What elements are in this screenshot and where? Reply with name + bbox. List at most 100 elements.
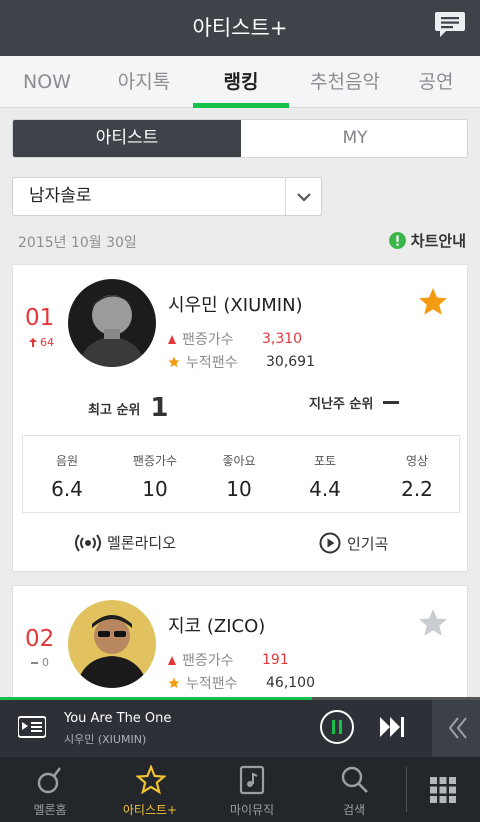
artist-name[interactable]: 지코 (ZICO) (168, 612, 265, 638)
melon-radio-label: 멜론라디오 (107, 534, 177, 552)
metric-label: 영상 (405, 454, 429, 468)
artist-name[interactable]: 시우민 (XIUMIN) (168, 291, 303, 317)
artist-rank-card[interactable]: 02 0 지코 (ZICO) 팬증가수 191 누적팬수 46,100 (12, 585, 468, 715)
fans-increase-label: 팬증가수 (182, 653, 234, 669)
nav-label: 멜론홈 (33, 803, 67, 817)
metric-value: 10 (226, 477, 252, 501)
my-music-icon (239, 765, 265, 795)
nav-melon-home[interactable]: 멜론홈 (0, 757, 100, 822)
total-fans-label: 누적팬수 (186, 355, 238, 371)
best-rank-value: 1 (150, 393, 169, 423)
category-select[interactable]: 남자솔로 (12, 177, 322, 216)
pause-icon (332, 720, 342, 734)
segment-artist[interactable]: 아티스트 (13, 120, 241, 157)
rank-number: 01 (25, 305, 55, 331)
no-change-icon (31, 661, 38, 664)
play-circle-icon (319, 532, 341, 554)
segment-my[interactable]: MY (241, 120, 467, 157)
metric-value: 4.4 (309, 477, 341, 501)
bottom-navigation: 멜론홈 아티스트+ 마이뮤직 검색 (0, 757, 480, 822)
playlist-icon[interactable] (18, 715, 46, 739)
best-rank: 최고 순위 1 (88, 393, 168, 423)
artist-avatar[interactable] (68, 600, 156, 688)
melon-radio-button[interactable]: 멜론라디오 (75, 532, 176, 553)
active-tab-indicator (193, 103, 289, 108)
category-select-value: 남자솔로 (29, 186, 92, 206)
arrow-up-icon (168, 334, 176, 344)
now-playing-artist: 시우민 (XIUMIN) (64, 733, 147, 746)
rank-change: 0 (31, 656, 49, 669)
radio-icon (75, 533, 101, 552)
tab-recommended-music[interactable]: 추천음악 (289, 56, 401, 108)
nav-label: 아티스트+ (122, 803, 178, 817)
fans-increase-label: 팬증가수 (182, 332, 234, 348)
mini-player[interactable]: You Are The One 시우민 (XIUMIN) (0, 697, 480, 757)
popular-songs-button[interactable]: 인기곡 (319, 532, 388, 554)
next-track-icon[interactable] (378, 715, 406, 739)
ranking-type-toggle: 아티스트 MY (12, 119, 468, 158)
top-bar: 아티스트+ (0, 0, 480, 56)
chart-guide-link[interactable]: 차트안내 (388, 230, 466, 251)
favorite-star-icon[interactable] (418, 287, 448, 317)
page-title: 아티스트+ (192, 16, 288, 40)
arrow-up-icon (168, 655, 176, 665)
nav-more-menu[interactable] (400, 757, 480, 822)
metric-item: 팬증가수 10 (111, 436, 199, 501)
tab-bar: NOW 아지톡 랭킹 추천음악 공연 (0, 56, 480, 108)
message-icon[interactable] (434, 10, 466, 40)
favorite-star-icon[interactable] (418, 608, 448, 638)
star-icon (136, 765, 166, 795)
search-icon (341, 766, 368, 793)
pause-button[interactable] (320, 710, 354, 744)
nav-my-music[interactable]: 마이뮤직 (202, 757, 302, 822)
artist-rank-card[interactable]: 01 64 시우민 (XIUMIN) 팬증가수 3,310 누적팬수 30,69… (12, 264, 468, 572)
fans-increase-value: 3,310 (262, 331, 303, 347)
no-rank-dash-icon (383, 401, 400, 404)
nav-artist-plus[interactable]: 아티스트+ (100, 757, 200, 822)
total-fans-value: 30,691 (266, 354, 315, 370)
total-fans-label: 누적팬수 (186, 676, 238, 692)
rank-number: 02 (25, 626, 55, 652)
now-playing-title: You Are The One (64, 711, 172, 726)
tab-ranking[interactable]: 랭킹 (193, 56, 289, 108)
chart-guide-label: 차트안내 (410, 232, 466, 250)
tab-now[interactable]: NOW (0, 56, 94, 108)
metric-item: 영상 2.2 (373, 436, 461, 501)
tab-concerts[interactable]: 공연 (392, 56, 480, 108)
metric-item: 포토 4.4 (281, 436, 369, 501)
metric-label: 팬증가수 (132, 454, 178, 468)
metric-label: 좋아요 (222, 454, 256, 468)
metric-value: 6.4 (51, 477, 83, 501)
artist-avatar[interactable] (68, 279, 156, 367)
melon-home-icon (37, 767, 61, 794)
nav-search[interactable]: 검색 (304, 757, 404, 822)
info-icon (388, 232, 406, 249)
total-fans-value: 46,100 (266, 675, 315, 691)
arrow-up-icon (29, 338, 37, 347)
tab-ajitalk[interactable]: 아지톡 (94, 56, 194, 108)
last-week-rank: 지난주 순위 (309, 393, 400, 412)
star-icon (168, 677, 180, 689)
metric-item: 좋아요 10 (195, 436, 283, 501)
metric-value: 10 (142, 477, 168, 501)
best-rank-label: 최고 순위 (88, 402, 141, 418)
fans-increase-row: 팬증가수 191 (168, 650, 289, 670)
total-fans-row: 누적팬수 46,100 (168, 673, 315, 693)
metric-value: 2.2 (401, 477, 433, 501)
score-metrics: 음원 6.4 팬증가수 10 좋아요 10 포토 4.4 영상 2.2 (22, 435, 460, 513)
grid-menu-icon (430, 777, 456, 803)
chart-date: 2015년 10월 30일 (18, 235, 137, 251)
rank-change: 64 (29, 336, 54, 349)
metric-label: 포토 (313, 454, 337, 468)
total-fans-row: 누적팬수 30,691 (168, 352, 315, 372)
popular-songs-label: 인기곡 (347, 534, 389, 553)
star-icon (168, 356, 180, 368)
fans-increase-value: 191 (262, 652, 289, 668)
nav-label: 검색 (342, 803, 366, 817)
double-chevron-left-icon (448, 717, 467, 739)
playback-progress-bar[interactable] (0, 697, 312, 700)
fans-increase-row: 팬증가수 3,310 (168, 329, 302, 349)
last-week-rank-label: 지난주 순위 (309, 397, 374, 412)
chevron-down-icon (285, 178, 321, 215)
collapse-player-button[interactable] (432, 700, 480, 757)
